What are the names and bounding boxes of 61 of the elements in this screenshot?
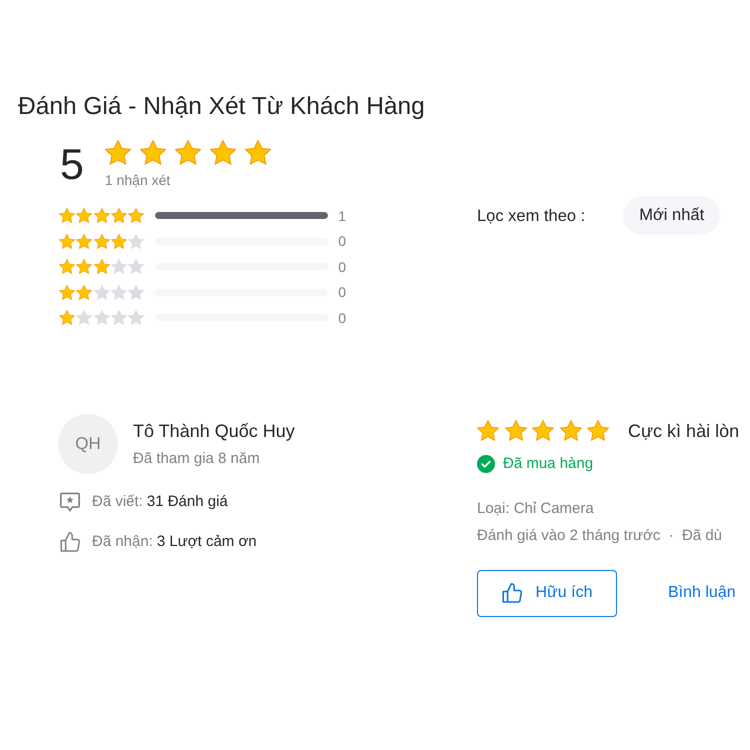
review-headline: Cực kì hài lòn [628,420,740,442]
star-icon [76,234,92,249]
star-icon [128,259,144,274]
star-icon [76,284,92,300]
average-score: 5 [60,140,84,188]
star-icon [128,310,144,326]
star-icon [104,140,131,165]
star-icon [94,310,110,326]
star-icon [110,208,127,224]
stat-value: 3 Lượt cảm ơn [156,533,257,550]
rating-count: 0 [338,258,346,276]
star-icon [110,234,127,249]
star-icon [76,259,92,274]
star-icon [110,310,127,326]
star-icon [587,420,609,441]
comment-link[interactable]: Bình luận [668,584,736,602]
star-icon [477,420,499,441]
filter-chip[interactable]: Mới nhất [623,196,720,235]
star-icon [59,310,75,326]
star-icon [110,259,127,274]
thumbs-up-icon [502,583,522,603]
star-icon [128,284,144,300]
stat-label: Đã nhận: [92,533,153,550]
star-icon [110,284,127,300]
rating-count: 0 [338,232,346,250]
purchased-label: Đã mua hàng [503,454,594,474]
star-icon [560,420,582,441]
star-icon [76,208,92,224]
star-icon [76,310,92,326]
star-icon [94,259,110,274]
star-icon [532,420,554,441]
star-icon [210,140,236,165]
section-title: Đánh Giá - Nhận Xét Từ Khách Hàng [18,92,425,122]
rating-count: 1 [338,206,346,225]
star-icon [59,259,75,274]
star-icon [504,420,526,441]
user-avatar: QH [58,414,118,474]
reviewer-name: Tô Thành Quốc Huy [133,420,295,442]
star-icon [174,140,201,165]
star-icon [59,284,75,300]
star-icon [59,208,75,224]
variant-text: Loại: Chỉ Camera [477,498,594,518]
star-icon [59,234,75,249]
review-count: 1 nhận xét [104,171,172,189]
star-icon [140,140,166,165]
star-icon [94,208,110,224]
review-date-text: Đánh giá vào 2 tháng trước · Đã dù [477,526,722,546]
filter-label: Lọc xem theo : [477,206,586,226]
helpful-button[interactable]: Hữu ích [477,570,617,616]
star-icon [128,234,144,249]
speech-bubble-star-icon [60,492,80,512]
star-icon [128,208,144,224]
star-icon [94,284,110,300]
stat-label: Đã viết: [92,493,143,510]
thumbs-up-icon [60,532,80,552]
stat-value: 31 Đánh giá [146,493,228,510]
rating-count: 0 [338,308,346,327]
joined-text: Đã tham gia 8 năm [133,448,261,468]
star-icon [94,234,110,249]
rating-count: 0 [338,283,346,302]
star-icon [244,140,271,165]
